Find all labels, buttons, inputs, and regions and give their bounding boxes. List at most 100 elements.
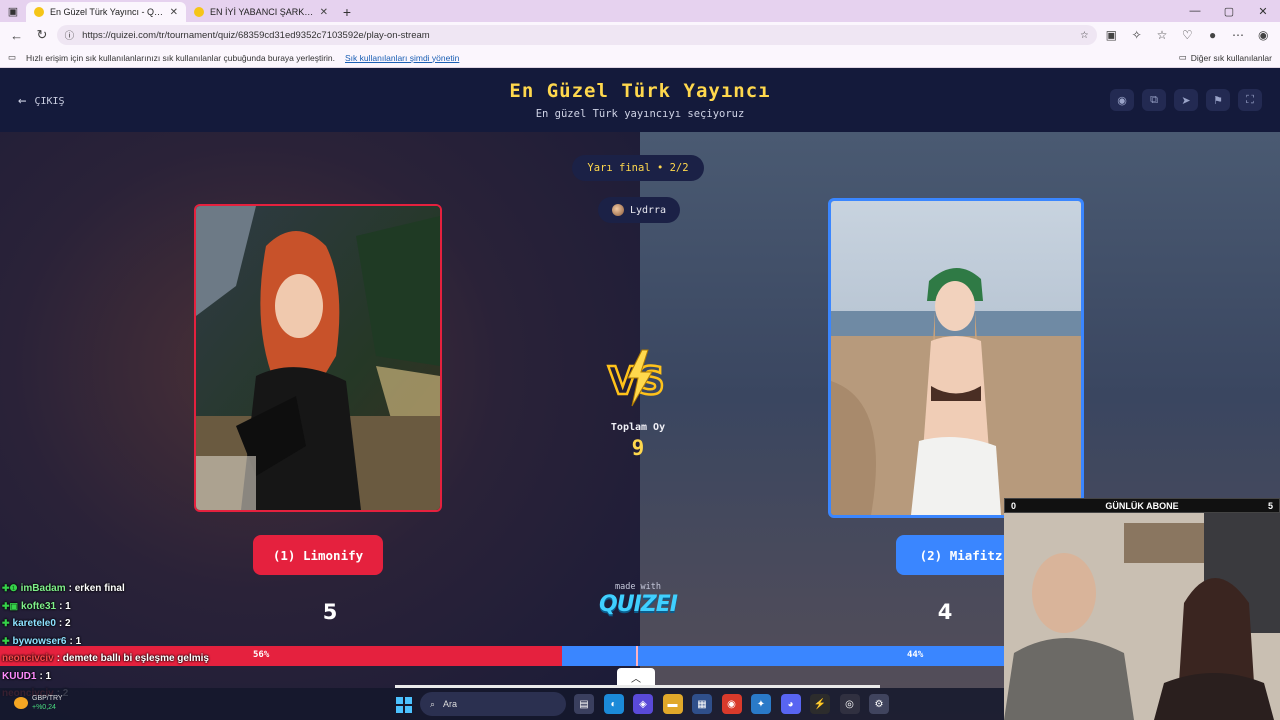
app-icon[interactable]: ⚡ [810, 694, 830, 714]
favorites-hint: Hızlı erişim için sık kullanılanlarınızı… [26, 52, 335, 63]
chat-username[interactable]: karetele0 [13, 618, 56, 629]
browser-tab-bar: ▣ En Güzel Türk Yayıncı - Quizei ✕ EN İY… [0, 0, 1280, 22]
chat-badge-icon: ✚ [2, 635, 10, 646]
total-votes-label: Toplam Oy [610, 422, 666, 433]
chevron-up-icon[interactable]: ︿ [617, 668, 655, 686]
daily-sub-goal: 0 GÜNLÜK ABONE 5 [1004, 498, 1280, 513]
candidate-left-card[interactable] [194, 204, 442, 512]
refresh-icon[interactable]: ↻ [31, 24, 52, 46]
store-icon[interactable]: ▦ [692, 694, 712, 714]
browser-essentials-icon[interactable]: ♡ [1177, 24, 1198, 46]
candidate-right-photo [831, 201, 1081, 515]
chat-message: ✚▣ kofte31: 1 [2, 598, 302, 616]
windows-taskbar: GBP/TRY +%0,24 ⌕ Ara ▤ ◐ ◈ ▬ ▦ ◉ ✦ ◕ ⚡ ◎… [0, 688, 1004, 720]
chat-text: : erken final [68, 583, 125, 595]
quiz-header: ← ÇIKIŞ En Güzel Türk Yayıncı En güzel T… [0, 68, 1280, 132]
tab-quizei[interactable]: En Güzel Türk Yayıncı - Quizei ✕ [26, 2, 186, 22]
candidate-left-votes: 5 [322, 600, 338, 624]
address-bar: ← ↻ ⓘ https://quizei.com/tr/tournament/q… [0, 22, 1280, 48]
chat-username[interactable]: bywowser6 [13, 636, 67, 647]
other-favorites[interactable]: ▭ Diğer sık kullanılanlar [1179, 52, 1272, 63]
quiz-subtitle: En güzel Türk yayıncıyı seçiyoruz [535, 108, 745, 120]
chat-badge-icon: ✚▣ [2, 600, 19, 611]
url-field[interactable]: ⓘ https://quizei.com/tr/tournament/quiz/… [56, 25, 1097, 45]
obs-icon[interactable]: ◎ [839, 694, 860, 714]
copilot-app-icon[interactable]: ◈ [633, 694, 653, 714]
new-tab-button[interactable]: + [336, 2, 358, 22]
candidate-right-card[interactable] [828, 198, 1084, 518]
tab-songs[interactable]: EN İYİ YABANCI ŞARKILAR (ATADI ✕ [186, 2, 336, 22]
settings-gear-icon[interactable]: ⚙ [869, 694, 889, 714]
back-icon[interactable]: ← [6, 24, 27, 46]
ticker-change: +%0,24 [32, 704, 56, 711]
chat-message: ✚ bywowser6: 1 [2, 633, 302, 651]
made-with-label: made with [614, 582, 662, 592]
chat-username[interactable]: kofte31 [21, 601, 56, 612]
chat-message: neoncivciv: demete ballı bi eşleşme gelm… [2, 650, 302, 668]
share-icon[interactable]: ⧉ [1142, 89, 1166, 111]
chat-message: ✚ karetele0: 2 [2, 615, 302, 633]
other-favorites-label: Diğer sık kullanılanlar [1190, 52, 1272, 63]
candidate-right-votes: 4 [937, 600, 953, 624]
chat-badge-icon: ✚ [2, 618, 10, 629]
quiz-title: En Güzel Türk Yayıncı [509, 80, 771, 102]
round-badge: Yarı final • 2/2 [572, 155, 704, 181]
extension-icon[interactable]: ▣ [1101, 24, 1122, 46]
chat-badge-icon: ✚❶ [2, 583, 18, 594]
tab-actions-icon[interactable]: ▣ [0, 0, 26, 22]
sub-goal-min: 0 [1011, 500, 1017, 511]
chat-message: KUUD1: 1 [2, 668, 302, 686]
taskbar-search[interactable]: ⌕ Ara [420, 692, 566, 716]
window-controls: — ▢ ✕ [1178, 0, 1280, 22]
vote-share-midline [636, 646, 638, 666]
quizei-favicon-icon [34, 7, 44, 17]
site-info-icon[interactable]: ⓘ [65, 28, 75, 42]
chat-text: : demete ballı bi eşleşme gelmiş [56, 653, 209, 665]
send-icon[interactable]: ➤ [1174, 89, 1198, 111]
chrome-icon[interactable]: ◉ [721, 694, 742, 714]
screen: ▣ En Güzel Türk Yayıncı - Quizei ✕ EN İY… [0, 0, 1280, 720]
close-tab-icon[interactable]: ✕ [170, 7, 178, 18]
stream-chat-overlay: ✚❶ imBadam: erken final ✚▣ kofte31: 1 ✚ karet… [2, 580, 302, 703]
task-view-icon[interactable]: ▤ [574, 694, 594, 714]
chat-text: : 1 [39, 670, 52, 682]
search-placeholder: Ara [443, 699, 458, 709]
profile-avatar-icon[interactable]: ● [1202, 24, 1223, 46]
favorites-icon[interactable]: ☆ [1151, 24, 1172, 46]
edge-icon[interactable]: ◐ [603, 694, 624, 714]
total-votes-value: 9 [631, 436, 645, 460]
flag-icon[interactable]: ⚑ [1206, 89, 1230, 111]
candidate-left-name[interactable]: (1) Limonify [253, 535, 383, 575]
discord-icon[interactable]: ◕ [780, 694, 801, 714]
close-window-icon[interactable]: ✕ [1246, 0, 1280, 22]
chat-username[interactable]: imBadam [21, 583, 66, 594]
copilot-icon[interactable]: ◉ [1253, 24, 1274, 46]
eye-icon[interactable]: ◉ [1110, 89, 1134, 111]
url-text: https://quizei.com/tr/tournament/quiz/68… [82, 29, 430, 41]
chat-username[interactable]: KUUD1 [2, 671, 36, 682]
folder-icon: ▭ [1178, 52, 1187, 62]
close-tab-icon[interactable]: ✕ [320, 7, 328, 18]
app-icon[interactable]: ✦ [751, 694, 771, 714]
header-actions: ◉ ⧉ ➤ ⚑ ⛶ [1110, 89, 1262, 111]
windows-start-icon[interactable] [396, 697, 412, 713]
extensions-puzzle-icon[interactable]: ✧ [1126, 24, 1147, 46]
chat-text: : 1 [59, 600, 71, 612]
file-explorer-icon[interactable]: ▬ [662, 694, 683, 714]
chat-username[interactable]: neoncivciv [2, 653, 54, 664]
quizei-logo[interactable]: QUIZEI [588, 592, 688, 617]
chat-message: ✚❶ imBadam: erken final [2, 580, 302, 598]
widget-ticker[interactable]: GBP/TRY +%0,24 [14, 694, 63, 712]
minimize-icon[interactable]: — [1178, 0, 1212, 22]
manage-favorites-link[interactable]: Sık kullanılanları şimdi yönetin [345, 53, 459, 63]
favorite-star-icon[interactable]: ☆ [1080, 30, 1089, 41]
webcam-image [1004, 513, 1280, 720]
taskbar-apps: ▤ ◐ ◈ ▬ ▦ ◉ ✦ ◕ ⚡ ◎ ⚙ [574, 694, 889, 714]
candidate-left-photo [196, 206, 440, 510]
more-menu-icon[interactable]: ⋯ [1227, 24, 1248, 46]
fullscreen-icon[interactable]: ⛶ [1238, 89, 1262, 111]
host-badge: Lydrra [598, 197, 680, 223]
versus-icon: VS [607, 349, 666, 407]
maximize-icon[interactable]: ▢ [1212, 0, 1246, 22]
favorites-folder-icon: ▭ [8, 52, 17, 62]
